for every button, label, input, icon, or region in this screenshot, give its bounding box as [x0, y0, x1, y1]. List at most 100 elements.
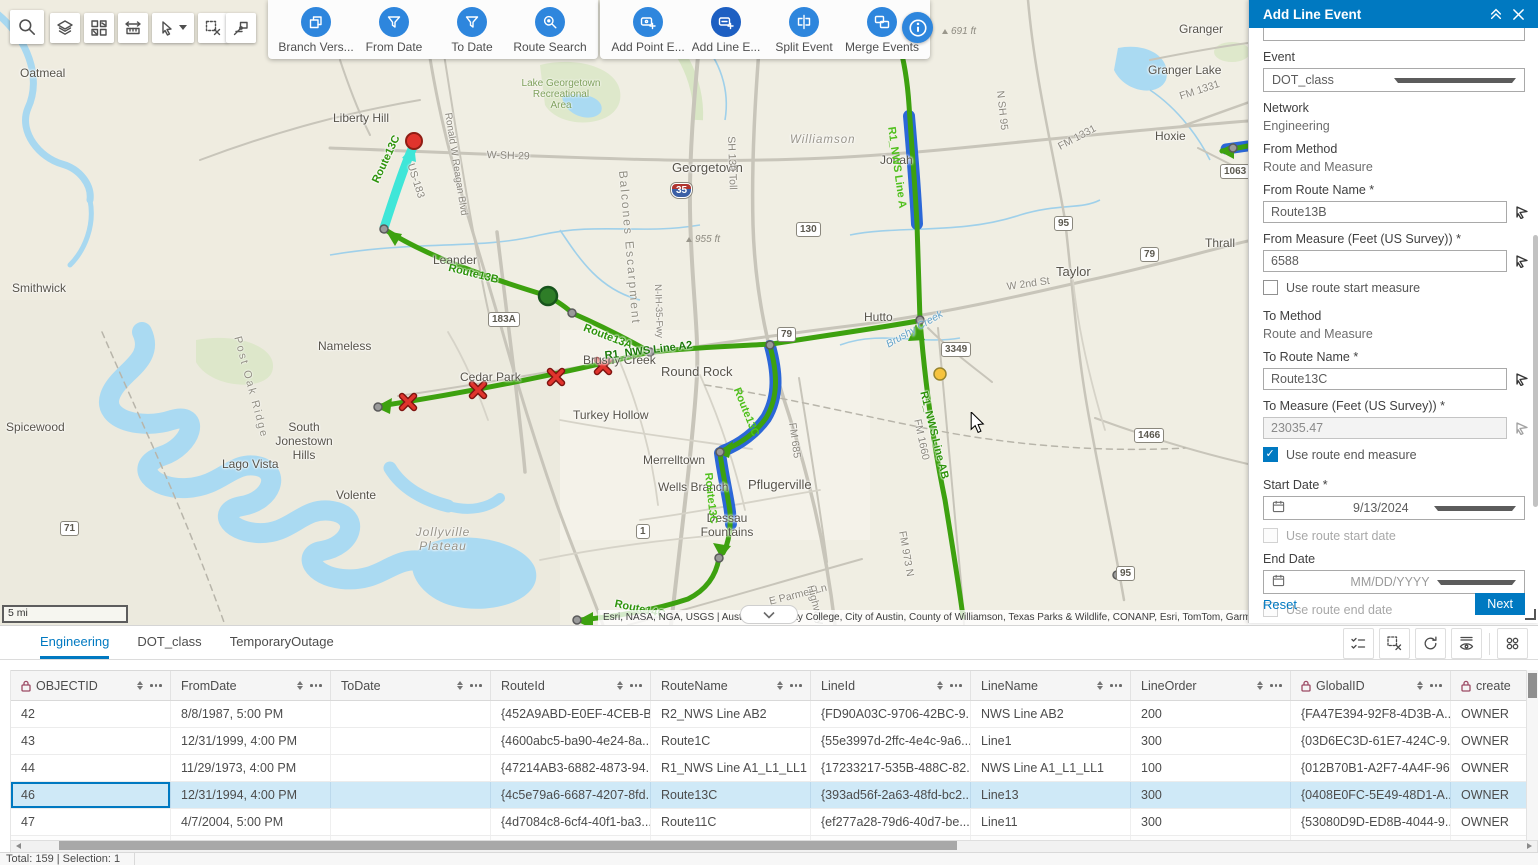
table-cell[interactable]: 46 — [11, 782, 171, 808]
table-cell[interactable]: {0408E0FC-5E49-48D1-A... — [1291, 782, 1451, 808]
column-header[interactable]: create — [1451, 671, 1527, 700]
split-event-button[interactable]: Split Event — [768, 7, 840, 54]
to-date-button[interactable]: To Date — [436, 7, 508, 54]
show-selected-button[interactable] — [1343, 628, 1374, 659]
from-date-button[interactable]: From Date — [358, 7, 430, 54]
table-cell[interactable]: 12/31/1999, 4:00 PM — [171, 728, 331, 754]
column-header[interactable]: LineOrder — [1131, 671, 1291, 700]
table-cell[interactable]: {4d7084c8-6cf4-40f1-ba3... — [491, 809, 651, 835]
select-button[interactable] — [152, 13, 194, 43]
table-cell[interactable]: {47214AB3-6882-4873-94... — [491, 755, 651, 781]
column-menu-icon[interactable] — [948, 684, 964, 687]
select-on-map-icon[interactable] — [1513, 252, 1531, 270]
table-cell[interactable]: NWS Line A1_L1_LL1 — [971, 755, 1131, 781]
table-cell[interactable]: 44 — [11, 755, 171, 781]
tab-engineering[interactable]: Engineering — [40, 626, 109, 659]
table-cell[interactable]: OWNER — [1451, 728, 1527, 754]
column-menu-icon[interactable] — [628, 684, 644, 687]
table-cell[interactable]: {393ad56f-2a63-48fd-bc2... — [811, 782, 971, 808]
to-measure-input[interactable] — [1263, 417, 1507, 439]
select-on-map-icon[interactable] — [1513, 203, 1531, 221]
table-row[interactable]: 474/7/2004, 5:00 PM {4d7084c8-6cf4-40f1-b… — [11, 809, 1527, 836]
table-cell[interactable]: {012B70B1-A2F7-4A4F-96... — [1291, 755, 1451, 781]
panel-resize-handle[interactable] — [1525, 609, 1536, 620]
table-cell[interactable]: {4c5e79a6-6687-4207-8fd... — [491, 782, 651, 808]
tab-dot-class[interactable]: DOT_class — [137, 626, 201, 659]
table-cell[interactable]: 8/8/1987, 5:00 PM — [171, 701, 331, 727]
scrollbar-thumb[interactable] — [59, 841, 957, 850]
table-cell[interactable]: {55e3997d-2ffc-4e4c-9a6... — [811, 728, 971, 754]
collapse-button[interactable] — [1485, 3, 1507, 25]
table-row[interactable]: 4312/31/1999, 4:00 PM {4600abc5-ba90-4e24… — [11, 728, 1527, 755]
hide-fields-button[interactable] — [1451, 628, 1482, 659]
sort-icon[interactable] — [457, 678, 463, 693]
column-menu-icon[interactable] — [1268, 684, 1284, 687]
table-cell[interactable]: {4600abc5-ba90-4e24-8a... — [491, 728, 651, 754]
scroll-right-icon[interactable] — [1527, 843, 1535, 849]
sort-icon[interactable] — [297, 678, 303, 693]
table-options-button[interactable] — [1497, 628, 1528, 659]
edit-tool-button[interactable] — [226, 13, 256, 43]
table-cell[interactable] — [331, 701, 491, 727]
scrollbar-thumb[interactable] — [1528, 673, 1537, 698]
table-cell[interactable]: {FD90A03C-9706-42BC-9... — [811, 701, 971, 727]
table-cell[interactable]: OWNER — [1451, 755, 1527, 781]
table-row[interactable]: 4612/31/1994, 4:00 PM{4c5e79a6-6687-4207… — [11, 782, 1527, 809]
from-measure-input[interactable] — [1263, 250, 1507, 272]
sort-icon[interactable] — [137, 678, 143, 693]
map-view[interactable]: Oatmeal Liberty Hill Smithwick Nameless … — [0, 0, 1248, 625]
table-cell[interactable]: {17233217-535B-488C-82... — [811, 755, 971, 781]
column-header[interactable]: ToDate — [331, 671, 491, 700]
table-cell[interactable] — [331, 782, 491, 808]
panel-scrollbar[interactable] — [1533, 235, 1538, 507]
measure-button[interactable] — [118, 13, 148, 43]
event-select[interactable]: DOT_class — [1263, 68, 1525, 92]
table-cell[interactable]: {ef277a28-79d6-40d7-be... — [811, 809, 971, 835]
table-cell[interactable]: 47 — [11, 809, 171, 835]
scroll-left-icon[interactable] — [13, 843, 21, 849]
end-date-select[interactable]: MM/DD/YYYY — [1263, 570, 1525, 594]
attribution-collapse-button[interactable] — [740, 605, 798, 624]
search-button[interactable] — [10, 10, 44, 44]
table-cell[interactable]: R2_NWS Line AB2 — [651, 701, 811, 727]
column-header[interactable]: LineName — [971, 671, 1131, 700]
clear-selection-button[interactable] — [198, 13, 228, 43]
clear-table-selection-button[interactable] — [1379, 628, 1410, 659]
column-menu-icon[interactable] — [308, 684, 324, 687]
column-menu-icon[interactable] — [1108, 684, 1124, 687]
close-button[interactable] — [1507, 3, 1529, 25]
start-date-select[interactable]: 9/13/2024 — [1263, 496, 1525, 520]
from-route-input[interactable] — [1263, 201, 1507, 223]
info-button[interactable] — [902, 12, 933, 43]
table-cell[interactable]: 300 — [1131, 728, 1291, 754]
vertical-scrollbar[interactable] — [1526, 670, 1538, 842]
table-cell[interactable]: OWNER — [1451, 809, 1527, 835]
column-header[interactable]: RouteId — [491, 671, 651, 700]
basemap-button[interactable] — [84, 13, 114, 43]
sort-icon[interactable] — [1097, 678, 1103, 693]
column-menu-icon[interactable] — [468, 684, 484, 687]
table-cell[interactable]: 300 — [1131, 809, 1291, 835]
table-row[interactable]: 4411/29/1973, 4:00 PM {47214AB3-6882-4873… — [11, 755, 1527, 782]
column-header[interactable]: RouteName — [651, 671, 811, 700]
table-cell[interactable]: 4/7/2004, 5:00 PM — [171, 809, 331, 835]
table-cell[interactable]: Line13 — [971, 782, 1131, 808]
column-header[interactable]: FromDate — [171, 671, 331, 700]
sort-icon[interactable] — [1257, 678, 1263, 693]
table-cell[interactable]: R1_NWS Line A1_L1_LL1 — [651, 755, 811, 781]
next-button[interactable]: Next — [1475, 593, 1525, 615]
use-route-start-date-checkbox[interactable] — [1263, 528, 1278, 543]
table-cell[interactable]: {FA47E394-92F8-4D3B-A... — [1291, 701, 1451, 727]
to-route-input[interactable] — [1263, 368, 1507, 390]
column-header[interactable]: OBJECTID — [11, 671, 171, 700]
column-header[interactable]: LineId — [811, 671, 971, 700]
table-cell[interactable]: 43 — [11, 728, 171, 754]
refresh-button[interactable] — [1415, 628, 1446, 659]
table-row[interactable]: 428/8/1987, 5:00 PM{452A9ABD-E0EF-4CEB-B… — [11, 701, 1527, 728]
sort-icon[interactable] — [777, 678, 783, 693]
route-search-button[interactable]: Route Search — [514, 7, 586, 54]
table-cell[interactable]: {53080D9D-ED8B-4044-9... — [1291, 809, 1451, 835]
table-cell[interactable] — [331, 755, 491, 781]
table-cell[interactable]: 11/29/1973, 4:00 PM — [171, 755, 331, 781]
table-cell[interactable]: Route13C — [651, 782, 811, 808]
